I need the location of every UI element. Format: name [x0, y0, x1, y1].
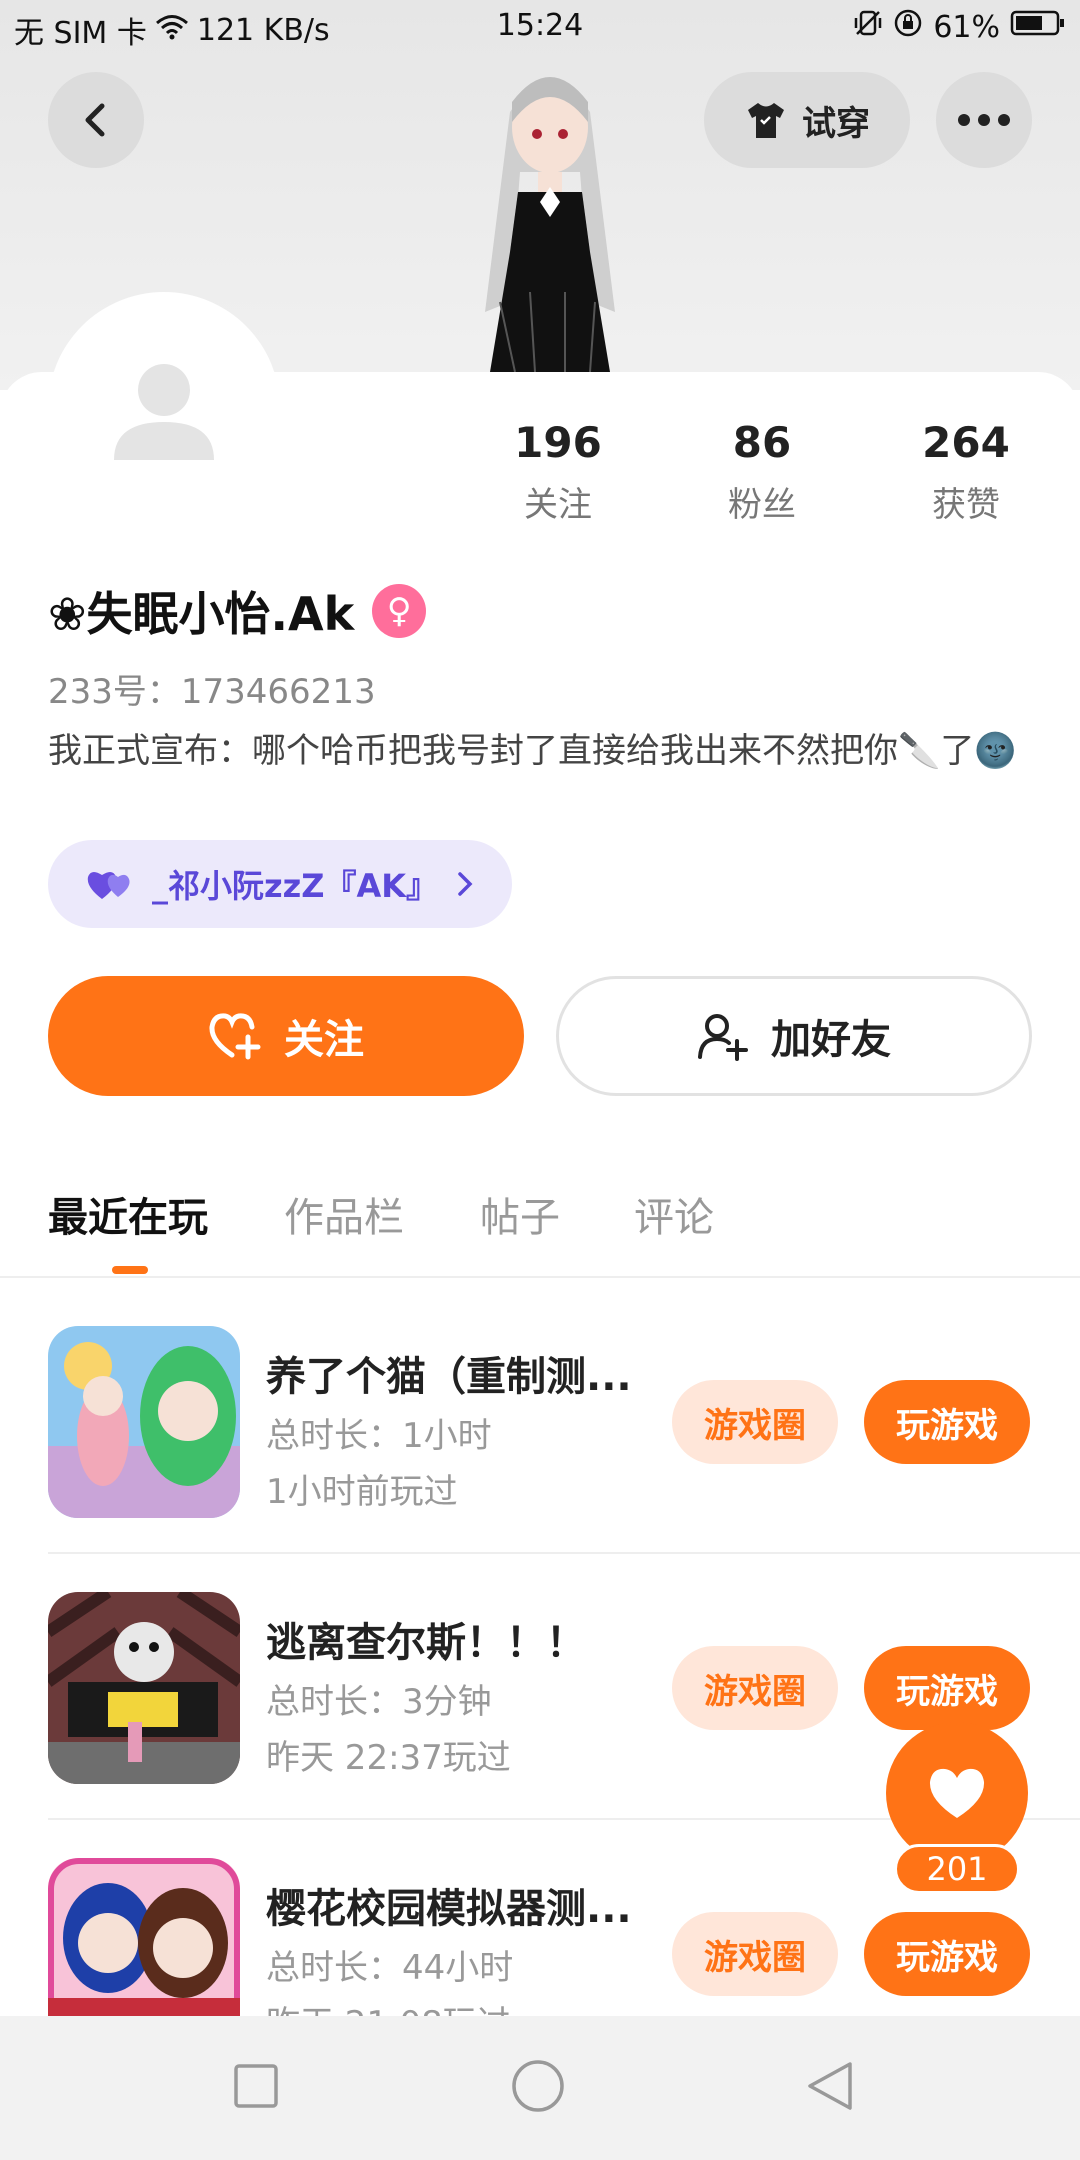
game-circle-button[interactable]: 游戏圈 [672, 1912, 838, 1996]
game-icon-sakura [48, 1858, 240, 2016]
stat-likes[interactable]: 264 获赞 [886, 418, 1046, 526]
add-friend-label: 加好友 [771, 1017, 891, 1063]
game-circle-button[interactable]: 游戏圈 [672, 1380, 838, 1464]
try-on-label: 试穿 [802, 103, 870, 144]
follow-button[interactable]: 关注 [48, 976, 524, 1096]
circle-icon [512, 2060, 564, 2112]
following-count: 196 [514, 418, 602, 467]
game-last-played: 1小时前玩过 [266, 1472, 458, 1512]
add-friend-button[interactable]: 加好友 [556, 976, 1032, 1096]
try-on-button[interactable]: 试穿 [704, 72, 910, 168]
chevron-left-icon [85, 103, 105, 137]
tshirt-icon [748, 103, 784, 138]
likes-label: 获赞 [932, 485, 1000, 525]
battery-icon [1010, 9, 1066, 45]
chevron-right-icon [458, 872, 473, 896]
active-tab-indicator [112, 1266, 148, 1274]
system-navigation-bar [0, 2016, 1080, 2160]
female-gender-icon: ♀ [372, 584, 427, 638]
game-title: 逃离查尔斯！！！ [266, 1620, 586, 1666]
recent-apps-button[interactable] [232, 2062, 280, 2114]
play-game-button[interactable]: 玩游戏 [864, 1912, 1030, 1996]
followers-count: 86 [732, 418, 792, 467]
double-heart-icon [87, 871, 130, 899]
cp-chip-label: _祁小阮zzZ『AK』 [152, 867, 439, 905]
default-avatar-icon [114, 364, 214, 460]
back-nav-button[interactable] [804, 2060, 856, 2116]
user-id: 233号：173466213 [48, 672, 376, 712]
avatar-character-figure [440, 52, 660, 373]
game-duration: 总时长：1小时 [266, 1416, 492, 1456]
tab-recently-played[interactable]: 最近在玩 [48, 1185, 208, 1243]
status-bar: 无 SIM 卡 121 KB/s 15:24 61% [0, 0, 1080, 56]
tab-works[interactable]: 作品栏 [284, 1185, 404, 1243]
tab-comments[interactable]: 评论 [634, 1185, 714, 1243]
game-duration: 总时长：3分钟 [266, 1682, 492, 1722]
stat-following[interactable]: 196 关注 [478, 418, 638, 526]
more-button[interactable] [936, 72, 1032, 168]
play-game-button[interactable]: 玩游戏 [864, 1380, 1030, 1464]
stat-followers[interactable]: 86 粉丝 [682, 418, 842, 526]
add-user-icon [698, 1014, 748, 1061]
tab-posts[interactable]: 帖子 [480, 1185, 560, 1243]
tab-divider [0, 1276, 1080, 1278]
followers-label: 粉丝 [728, 485, 796, 525]
heart-plus-icon [209, 1013, 261, 1060]
game-title: 樱花校园模拟器测... [266, 1886, 632, 1932]
vibrate-icon [853, 8, 883, 46]
avatar[interactable] [48, 292, 280, 524]
game-title: 养了个猫（重制测... [266, 1354, 632, 1400]
game-last-played: 昨天 21:08玩过 [266, 1996, 511, 2016]
game-icon-charles [48, 1592, 240, 1784]
triangle-back-icon [808, 2062, 852, 2110]
battery-percent: 61% [933, 9, 1000, 45]
play-game-button[interactable]: 玩游戏 [864, 1646, 1030, 1730]
game-row[interactable]: 养了个猫（重制测... 总时长：1小时 1小时前玩过 游戏圈 玩游戏 [48, 1326, 1048, 1518]
game-last-played: 昨天 22:37玩过 [266, 1738, 511, 1778]
more-dots-icon [958, 114, 1010, 126]
game-icon-cat [48, 1326, 240, 1518]
follow-label: 关注 [284, 1017, 364, 1063]
back-button[interactable] [48, 72, 144, 168]
rotation-lock-icon [893, 8, 923, 46]
game-circle-button[interactable]: 游戏圈 [672, 1646, 838, 1730]
likes-count: 264 [922, 418, 1010, 467]
username-row: ❀失眠小怡.Ak ♀ [48, 578, 427, 644]
cp-relationship-chip[interactable]: _祁小阮zzZ『AK』 [48, 840, 512, 928]
user-bio: 我正式宣布：哪个哈币把我号封了直接给我出来不然把你🔪了🌚 [48, 731, 1017, 771]
game-duration: 总时长：44小时 [266, 1948, 514, 1988]
row-divider [48, 1552, 1080, 1554]
like-count-badge: 201 [894, 1844, 1020, 1894]
heart-icon [929, 1768, 985, 1818]
following-label: 关注 [524, 485, 592, 525]
username: ❀失眠小怡.Ak [48, 587, 355, 641]
home-button[interactable] [510, 2058, 566, 2118]
square-icon [234, 2064, 278, 2108]
like-floating-button[interactable] [886, 1722, 1028, 1864]
